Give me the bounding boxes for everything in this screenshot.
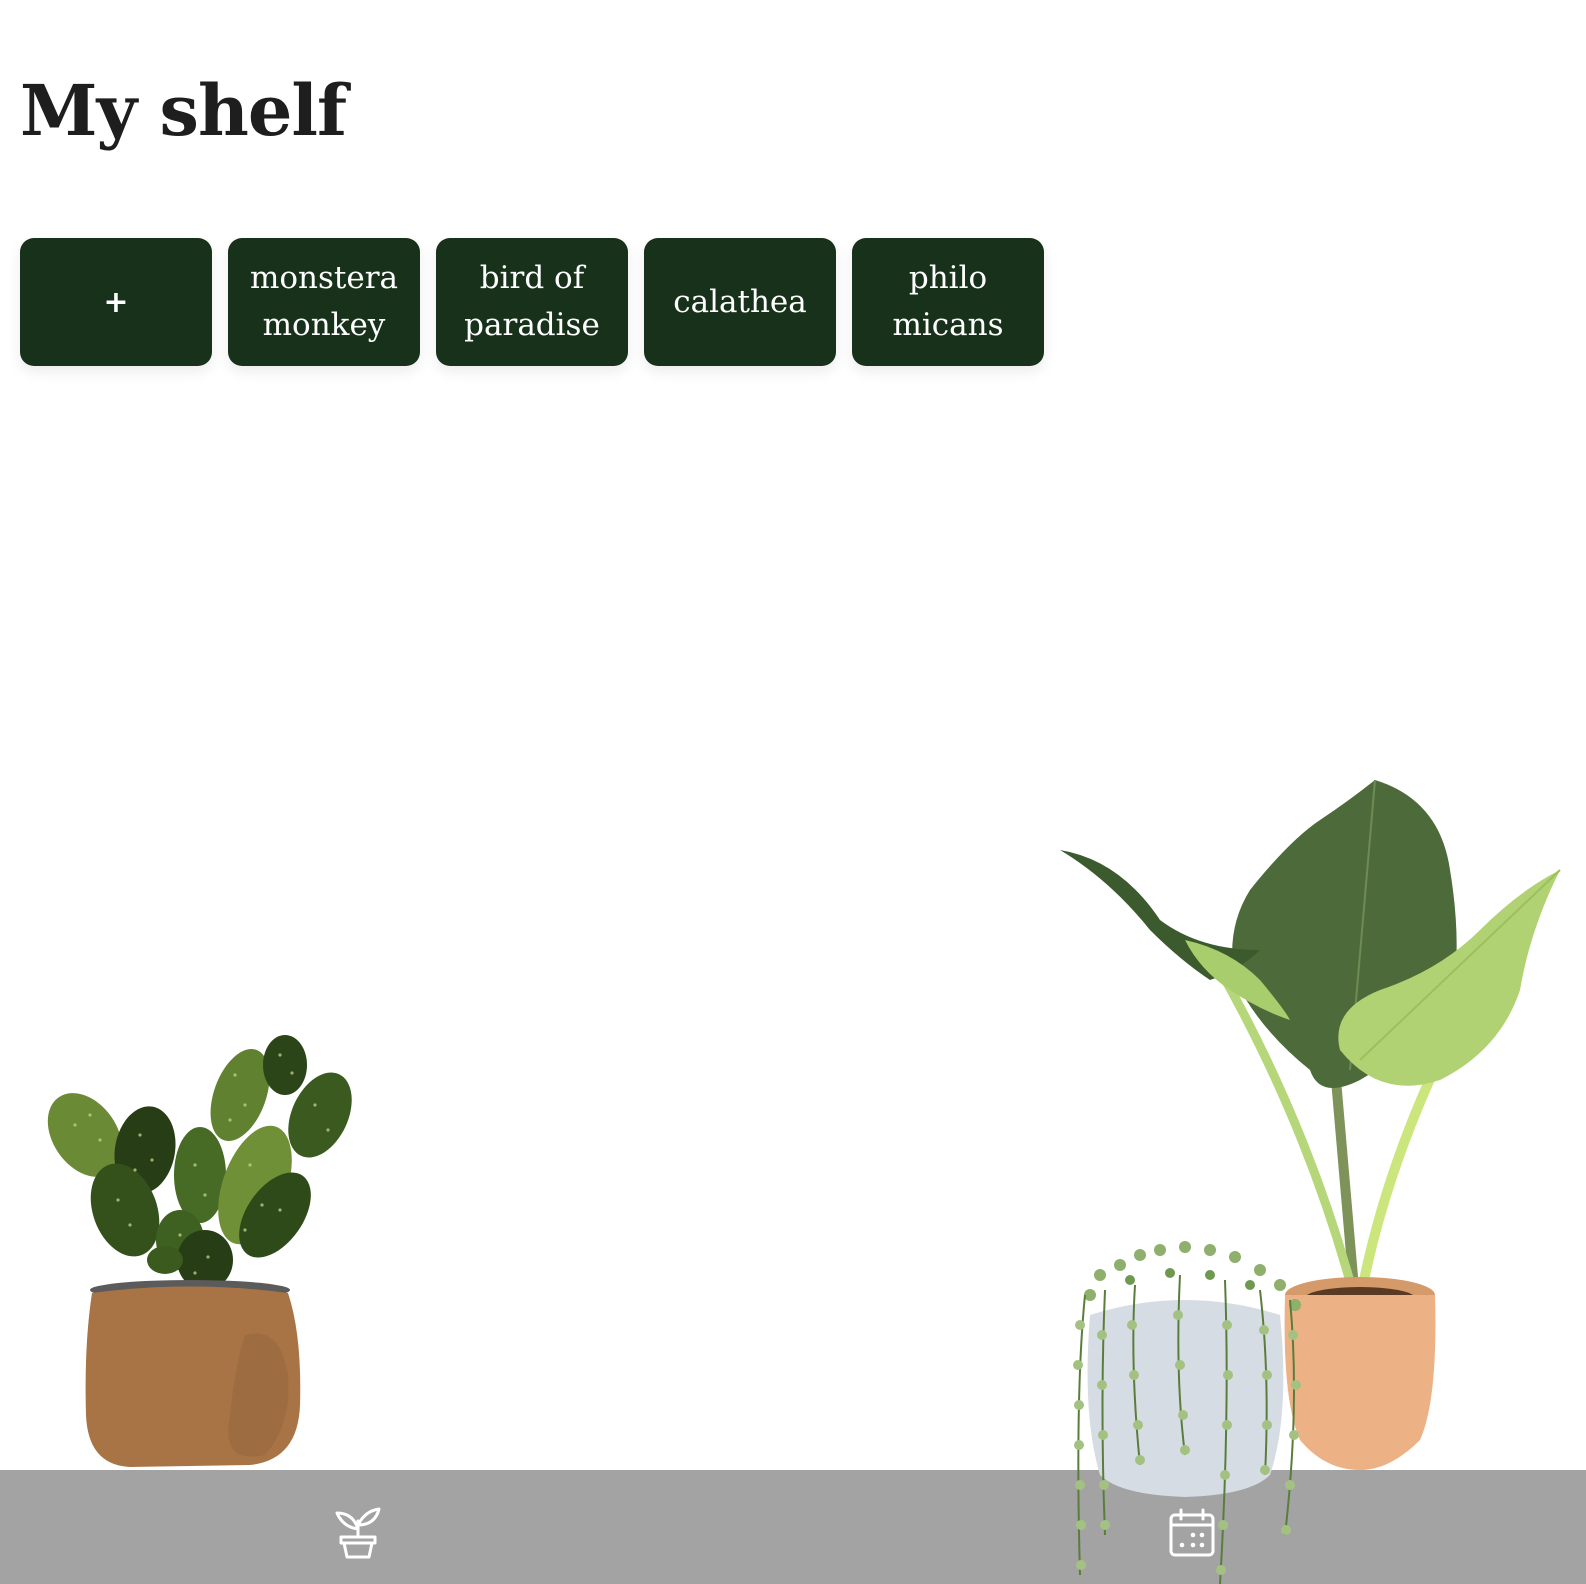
- shelf-page: My shelf + monstera monkey bird of parad…: [0, 0, 1586, 1584]
- plant-card-label: monstera monkey: [249, 260, 399, 343]
- plant-pot-icon: [335, 1507, 381, 1559]
- plant-shelf: + monstera monkey bird of paradise calat…: [20, 238, 1044, 366]
- page-title: My shelf: [20, 69, 347, 152]
- plant-card-bird-of-paradise[interactable]: bird of paradise: [436, 238, 628, 366]
- plant-card-monstera-monkey[interactable]: monstera monkey: [228, 238, 420, 366]
- add-plant-label: +: [103, 284, 129, 320]
- string-of-pearls-illustration: [1073, 1241, 1301, 1584]
- bottom-navigation: [0, 1470, 1586, 1584]
- plant-card-philo-micans[interactable]: philo micans: [852, 238, 1044, 366]
- plant-card-calathea[interactable]: calathea: [644, 238, 836, 366]
- plant-card-label: bird of paradise: [464, 260, 600, 343]
- plant-card-label: calathea: [673, 283, 807, 320]
- add-plant-button[interactable]: +: [20, 238, 212, 366]
- nav-plants-button[interactable]: [331, 1506, 385, 1560]
- plant-card-label: philo micans: [892, 260, 1004, 343]
- cactus-illustration: [47, 1035, 352, 1467]
